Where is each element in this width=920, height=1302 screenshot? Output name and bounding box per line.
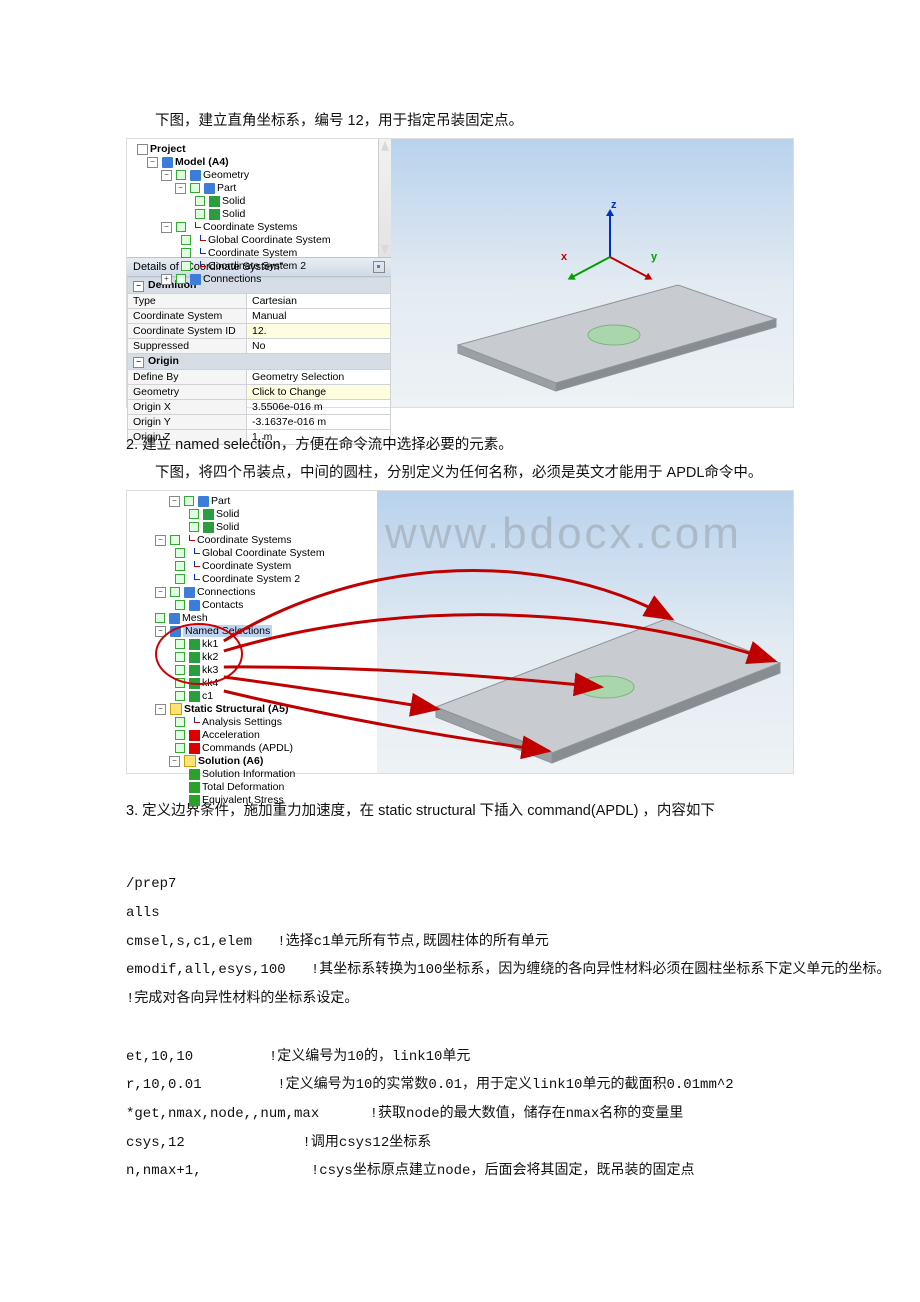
mesh-icon [169,613,180,624]
named-selections-icon [170,626,181,637]
solid-icon [203,509,214,520]
axis-z-label: z [611,199,617,211]
apdl-code-block: /prep7 alls cmsel,s,c1,elem !选择c1单元所有节点,… [126,842,794,1186]
coord-sys-icon [195,248,206,259]
watermark: www.bdocx.com [385,509,742,559]
static-structural-icon [170,703,182,715]
axis-z [609,213,611,257]
solid-icon [209,209,220,220]
solid-icon [209,196,220,207]
connections-icon [184,587,195,598]
fig2-tree-panel[interactable]: −Part Solid Solid −Coordinate Systems Gl… [127,491,377,773]
code-line: n,nmax+1, !csys坐标原点建立node，后面会将其固定，既吊装的固定… [126,1163,694,1179]
solution-info-icon [189,769,200,780]
geometry-icon [190,170,201,181]
paragraph-1: 下图，建立直角坐标系，编号 12，用于指定吊装固定点。 [126,110,794,134]
solution-icon [184,755,196,767]
details-table[interactable]: −Definition TypeCartesian Coordinate Sys… [127,277,391,445]
code-line: csys,12 !调用csys12坐标系 [126,1135,431,1151]
coord-sys-icon [184,535,195,546]
coord-sys-icon [190,222,201,233]
figure-1: Project −Model (A4) −Geometry −Part Soli… [126,138,794,408]
outline-tree[interactable]: Project −Model (A4) −Geometry −Part Soli… [127,139,378,257]
paragraph-2b: 下图，将四个吊装点，中间的圆柱，分别定义为任何名称，必须是英文才能用于 APDL… [126,462,794,486]
fig1-left-panel: Project −Model (A4) −Geometry −Part Soli… [127,139,391,407]
code-line: emodif,all,esys,100 !其坐标系转换为100坐标系，因为缠绕的… [126,962,890,978]
code-line: /prep7 [126,876,176,892]
contacts-icon [189,600,200,611]
connections-icon [190,274,201,285]
part-icon [204,183,215,194]
coord-sys-icon [189,548,200,559]
check-icon [181,261,191,271]
check-icon [176,222,186,232]
collapse-icon[interactable]: − [175,183,186,194]
commands-icon [189,743,200,754]
scrollbar[interactable] [378,139,391,257]
solid-icon [203,522,214,533]
result-icon [189,782,200,793]
code-line: *get,nmax,node,,num,max !获取node的最大数值，储存在… [126,1106,683,1122]
coord-sys-icon [189,574,200,585]
paragraph-2a: 2. 建立 named selection，方便在命令流中选择必要的元素。 [126,434,794,458]
coord-sys-icon [195,235,206,246]
code-line: cmsel,s,c1,elem !选择c1单元所有节点,既圆柱体的所有单元 [126,934,549,950]
coord-sys-icon [195,261,206,272]
axis-x-label: x [561,251,567,263]
check-icon [176,274,186,284]
coord-sys-icon [189,561,200,572]
collapse-icon[interactable]: − [161,222,172,233]
axis-y-label: y [651,251,657,263]
check-icon [181,248,191,258]
code-line: alls [126,905,160,921]
plate-geometry [391,139,793,407]
part-icon [198,496,209,507]
ns-icon [189,678,200,689]
code-line: !完成对各向异性材料的坐标系设定。 [126,991,358,1007]
code-line: r,10,0.01 !定义编号为10的实常数0.01，用于定义link10单元的… [126,1077,734,1093]
collapse-icon[interactable]: − [161,170,172,181]
fig1-viewport[interactable]: z x y [391,139,793,407]
expand-icon[interactable]: + [161,274,172,285]
acceleration-icon [189,730,200,741]
ns-icon [189,639,200,650]
ns-icon [189,652,200,663]
analysis-settings-icon [189,717,200,728]
check-icon [190,183,200,193]
figure-2: −Part Solid Solid −Coordinate Systems Gl… [126,490,794,774]
result-icon [189,795,200,806]
collapse-icon[interactable]: − [147,157,158,168]
pin-icon[interactable] [373,261,385,273]
check-icon [176,170,186,180]
ns-icon [189,691,200,702]
check-icon [181,235,191,245]
ns-icon [189,665,200,676]
code-line: et,10,10 !定义编号为10的，link10单元 [126,1049,470,1065]
fig2-viewport[interactable]: www.bdocx.com [377,491,793,773]
filter-icon [137,144,148,155]
check-icon [195,196,205,206]
check-icon [195,209,205,219]
model-icon [162,157,173,168]
